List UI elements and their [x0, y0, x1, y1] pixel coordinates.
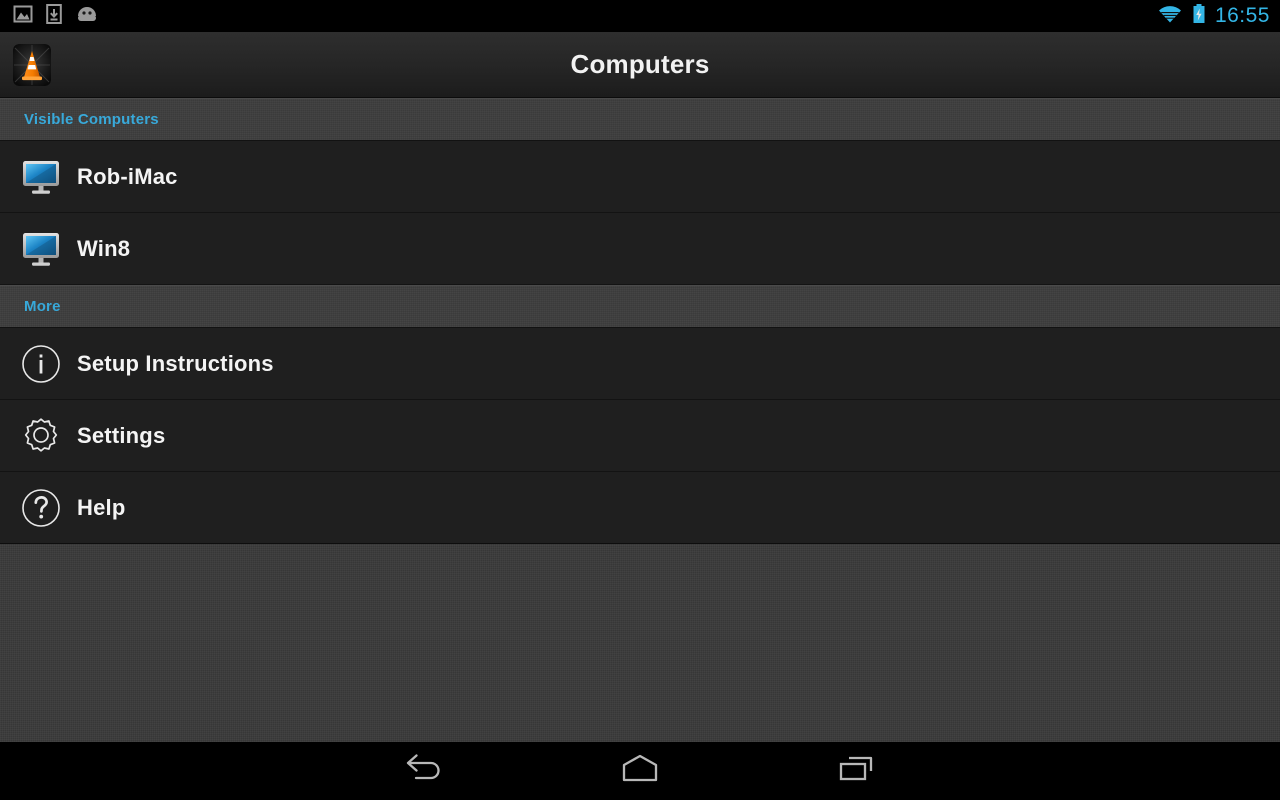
list-item-win8[interactable]: Win8	[0, 213, 1280, 285]
list-item-label: Setup Instructions	[77, 350, 274, 376]
download-complete-icon	[46, 3, 62, 30]
list-item-label: Settings	[77, 422, 166, 448]
question-circle-icon	[21, 488, 61, 528]
status-bar-system-icons[interactable]: 16:55	[1157, 0, 1270, 32]
android-screen: 16:55 Computers Visible Computers Rob-iM…	[0, 0, 1280, 800]
list-item-label: Help	[77, 494, 126, 520]
computers-list: Visible Computers Rob-iMac Win8 More Set…	[0, 98, 1280, 742]
status-bar-notifications[interactable]	[0, 3, 100, 30]
screenshot-image-icon	[12, 3, 34, 30]
action-bar: Computers	[0, 32, 1280, 98]
info-circle-icon	[21, 344, 61, 384]
section-header-more: More	[0, 285, 1280, 328]
back-icon	[401, 752, 447, 791]
list-item-help[interactable]: Help	[0, 472, 1280, 544]
section-header-label: More	[24, 298, 61, 315]
android-head-icon	[74, 4, 100, 29]
navigation-bar	[0, 742, 1280, 800]
recent-apps-button[interactable]	[766, 742, 946, 800]
nav-spacer-right	[730, 742, 766, 800]
computer-monitor-icon	[21, 229, 61, 269]
page-title: Computers	[570, 49, 710, 79]
app-home-button[interactable]	[12, 43, 52, 86]
home-button[interactable]	[550, 742, 730, 800]
list-item-settings[interactable]: Settings	[0, 400, 1280, 472]
section-header-label: Visible Computers	[24, 111, 159, 128]
computer-monitor-icon	[21, 157, 61, 197]
battery-charging-icon	[1192, 3, 1206, 30]
section-header-visible-computers: Visible Computers	[0, 98, 1280, 141]
gear-icon	[21, 416, 61, 456]
nav-spacer-left	[514, 742, 550, 800]
list-item-label: Rob-iMac	[77, 163, 178, 189]
status-bar-clock: 16:55	[1214, 4, 1270, 27]
wifi-icon	[1157, 3, 1183, 30]
list-item-setup-instructions[interactable]: Setup Instructions	[0, 328, 1280, 400]
back-button[interactable]	[334, 742, 514, 800]
list-item-label: Win8	[77, 235, 131, 261]
vlc-cone-icon	[13, 43, 51, 86]
home-icon	[614, 752, 666, 791]
list-item-rob-imac[interactable]: Rob-iMac	[0, 141, 1280, 213]
status-bar[interactable]: 16:55	[0, 0, 1280, 32]
recent-apps-icon	[833, 752, 879, 791]
